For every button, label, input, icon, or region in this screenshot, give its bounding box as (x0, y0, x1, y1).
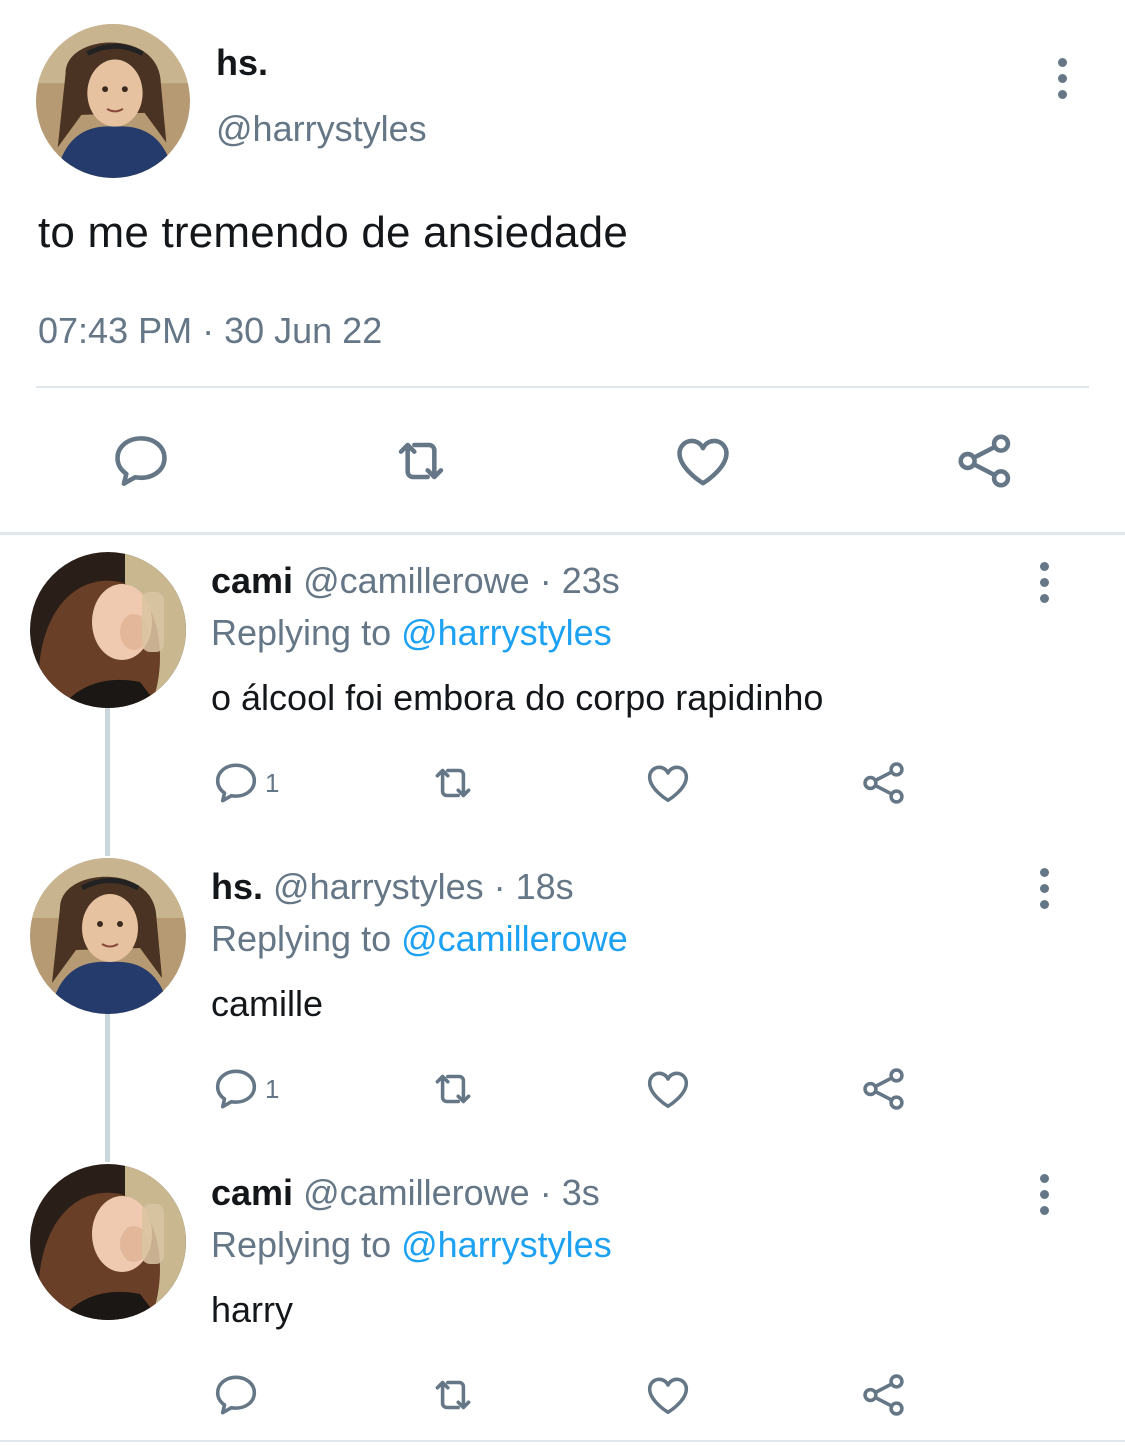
replying-prefix: Replying to (211, 918, 402, 959)
reply-icon (211, 758, 261, 808)
replying-prefix: Replying to (211, 1224, 402, 1265)
reply-display-name[interactable]: cami (211, 560, 293, 601)
main-share-button[interactable] (950, 426, 1020, 496)
reply-more-icon[interactable] (1034, 1174, 1054, 1215)
retweet-icon (428, 1370, 478, 1420)
reply-header: cami @camillerowe · 23s (211, 560, 620, 602)
replying-prefix: Replying to (211, 612, 402, 653)
reply-like-button[interactable] (640, 1064, 696, 1114)
main-tweet-display-name[interactable]: hs. (216, 42, 268, 84)
replying-to: Replying to @harrystyles (211, 612, 612, 654)
reply-handle[interactable]: @harrystyles (273, 866, 484, 907)
reply-handle[interactable]: @camillerowe (303, 560, 530, 601)
like-icon (643, 1370, 693, 1420)
section-divider (0, 532, 1125, 535)
reply-count: 1 (265, 1073, 280, 1104)
reply-count: 1 (265, 767, 280, 798)
main-retweet-button[interactable] (386, 426, 456, 496)
bottom-divider (0, 1440, 1125, 1442)
reply-avatar[interactable] (30, 1164, 186, 1320)
main-tweet-text: to me tremendo de ansiedade (38, 208, 629, 257)
reply-share-button[interactable] (856, 1064, 912, 1114)
thread-line (105, 708, 110, 856)
reply-reply-button[interactable]: 1 (211, 758, 279, 808)
replying-mention-link[interactable]: @harrystyles (401, 612, 612, 653)
reply-text: camille (211, 983, 324, 1024)
share-icon (859, 1064, 909, 1114)
reply-retweet-button[interactable] (425, 758, 481, 808)
main-tweet-more-icon[interactable] (1052, 58, 1072, 99)
reply-text: harry (211, 1289, 294, 1330)
reply-retweet-button[interactable] (425, 1064, 481, 1114)
reply-reply-button[interactable]: 1 (211, 1064, 279, 1114)
reply-avatar[interactable] (30, 858, 186, 1014)
reply-header: hs. @harrystyles · 18s (211, 866, 574, 908)
main-tweet-avatar[interactable] (36, 24, 190, 178)
share-icon (953, 429, 1017, 493)
main-tweet-divider (36, 386, 1089, 388)
thread-line (105, 1014, 110, 1162)
retweet-icon (428, 1064, 478, 1114)
reply-more-icon[interactable] (1034, 562, 1054, 603)
reply-like-button[interactable] (640, 1370, 696, 1420)
main-reply-button[interactable] (106, 426, 176, 496)
replying-to: Replying to @harrystyles (211, 1224, 612, 1266)
main-like-button[interactable] (668, 426, 738, 496)
share-icon (859, 1370, 909, 1420)
reply-time: · 3s (539, 1172, 600, 1213)
replying-mention-link[interactable]: @harrystyles (401, 1224, 612, 1265)
main-tweet-handle[interactable]: @harrystyles (216, 108, 427, 150)
like-icon (643, 758, 693, 808)
replying-to: Replying to @camillerowe (211, 918, 628, 960)
reply-reply-button[interactable] (211, 1370, 265, 1420)
reply-like-button[interactable] (640, 758, 696, 808)
reply-avatar[interactable] (30, 552, 186, 708)
share-icon (859, 758, 909, 808)
reply-display-name[interactable]: hs. (211, 866, 263, 907)
reply-text: o álcool foi embora do corpo rapidinho (211, 677, 824, 718)
main-tweet-timestamp: 07:43 PM · 30 Jun 22 (38, 310, 383, 351)
reply-icon (109, 429, 173, 493)
reply-header: cami @camillerowe · 3s (211, 1172, 600, 1214)
reply-share-button[interactable] (856, 1370, 912, 1420)
retweet-icon (428, 758, 478, 808)
reply-share-button[interactable] (856, 758, 912, 808)
reply-retweet-button[interactable] (425, 1370, 481, 1420)
reply-display-name[interactable]: cami (211, 1172, 293, 1213)
replying-mention-link[interactable]: @camillerowe (401, 918, 628, 959)
retweet-icon (389, 429, 453, 493)
like-icon (671, 429, 735, 493)
like-icon (643, 1064, 693, 1114)
reply-time: · 18s (493, 866, 574, 907)
reply-handle[interactable]: @camillerowe (303, 1172, 530, 1213)
reply-icon (211, 1370, 261, 1420)
reply-time: · 23s (539, 560, 620, 601)
reply-icon (211, 1064, 261, 1114)
reply-more-icon[interactable] (1034, 868, 1054, 909)
